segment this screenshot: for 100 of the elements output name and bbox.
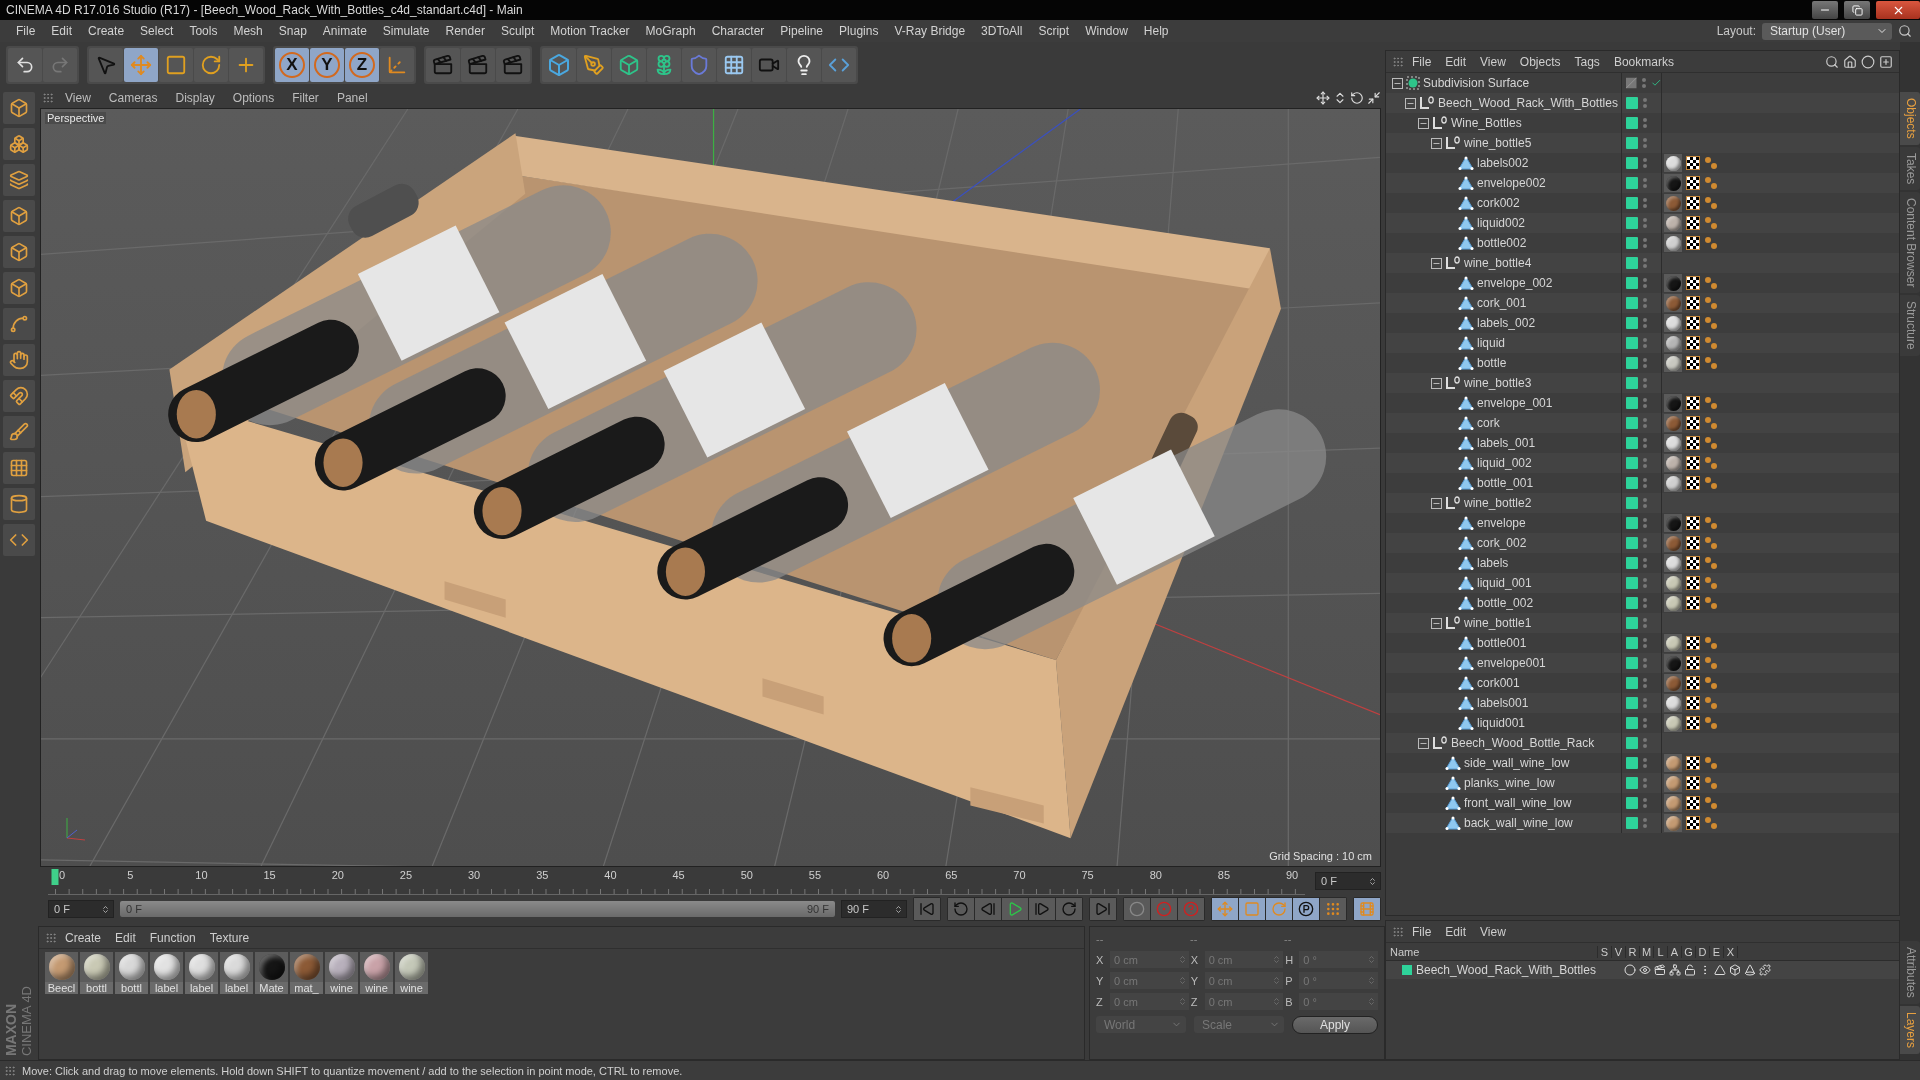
- visibility-dots-icon[interactable]: [1643, 438, 1647, 448]
- texture-tag-icon[interactable]: [1686, 436, 1700, 450]
- visibility-dots-icon[interactable]: [1643, 818, 1647, 828]
- material-swatch[interactable]: [255, 952, 288, 982]
- cube-tool-button[interactable]: [3, 92, 35, 124]
- collapse-toggle[interactable]: [1431, 617, 1442, 629]
- axis-lock-button[interactable]: Y: [310, 48, 344, 82]
- objects-menu-item[interactable]: Bookmarks: [1607, 54, 1680, 69]
- material-tag-icon[interactable]: [1664, 554, 1682, 572]
- object-row[interactable]: cork_001: [1386, 293, 1899, 313]
- texture-tag-icon[interactable]: [1686, 756, 1700, 770]
- menu-item[interactable]: Tools: [181, 24, 226, 38]
- menu-item[interactable]: Create: [80, 24, 133, 38]
- parameter-key-button[interactable]: [1293, 898, 1319, 920]
- side-tab[interactable]: Attributes: [1900, 941, 1920, 1004]
- texture-tag-icon[interactable]: [1686, 816, 1700, 830]
- render-settings-button[interactable]: [496, 48, 530, 82]
- cube-polygons-tool-button[interactable]: [3, 272, 35, 304]
- axis-lock-button[interactable]: X: [275, 48, 309, 82]
- object-row[interactable]: back_wall_wine_low: [1386, 813, 1899, 833]
- visibility-dots-icon[interactable]: [1643, 678, 1647, 688]
- menu-item[interactable]: Motion Tracker: [542, 24, 638, 38]
- texture-tag-icon[interactable]: [1686, 696, 1700, 710]
- viewport-menu-item[interactable]: Display: [168, 91, 222, 105]
- material-menu-item[interactable]: Texture: [203, 930, 256, 945]
- layout-dropdown[interactable]: Startup (User): [1762, 22, 1892, 40]
- texture-tag-icon[interactable]: [1686, 516, 1700, 530]
- texture-tag-icon[interactable]: [1686, 596, 1700, 610]
- object-row[interactable]: cork: [1386, 413, 1899, 433]
- visibility-dots-icon[interactable]: [1643, 798, 1647, 808]
- visibility-dots-icon[interactable]: [1643, 718, 1647, 728]
- coordinate-system-button[interactable]: [380, 48, 414, 82]
- menu-item[interactable]: Pipeline: [772, 24, 832, 38]
- material-tag-icon[interactable]: [1664, 714, 1682, 732]
- visibility-dots-icon[interactable]: [1643, 118, 1647, 128]
- axis-lock-button[interactable]: Z: [345, 48, 379, 82]
- apply-button[interactable]: Apply: [1292, 1016, 1378, 1034]
- menu-item[interactable]: Animate: [314, 24, 375, 38]
- close-button[interactable]: [1876, 1, 1920, 19]
- menu-item[interactable]: Help: [1135, 24, 1177, 38]
- collapse-toggle[interactable]: [1392, 77, 1403, 89]
- texture-tag-icon[interactable]: [1686, 296, 1700, 310]
- pan-icon[interactable]: [1316, 91, 1330, 105]
- material-tag-icon[interactable]: [1664, 234, 1682, 252]
- texture-tag-icon[interactable]: [1686, 676, 1700, 690]
- texture-tag-icon[interactable]: [1686, 316, 1700, 330]
- object-row[interactable]: wine_bottle1: [1386, 613, 1899, 633]
- object-row[interactable]: envelope002: [1386, 173, 1899, 193]
- side-tab[interactable]: Structure: [1900, 295, 1920, 357]
- scale-square-tool-button[interactable]: [159, 48, 193, 82]
- object-row[interactable]: labels001: [1386, 693, 1899, 713]
- visibility-dots-icon[interactable]: [1643, 578, 1647, 588]
- material-tag-icon[interactable]: [1664, 454, 1682, 472]
- render-view-button[interactable]: [426, 48, 460, 82]
- visibility-dots-icon[interactable]: [1643, 258, 1647, 268]
- viewport-menu-item[interactable]: Cameras: [101, 91, 165, 105]
- object-row[interactable]: envelope001: [1386, 653, 1899, 673]
- object-row[interactable]: liquid002: [1386, 213, 1899, 233]
- visibility-dots-icon[interactable]: [1643, 698, 1647, 708]
- play-button[interactable]: [1002, 898, 1028, 920]
- texture-tag-icon[interactable]: [1686, 196, 1700, 210]
- menu-item[interactable]: V-Ray Bridge: [886, 24, 974, 38]
- material-swatch[interactable]: [115, 952, 148, 982]
- layers-menu-item[interactable]: View: [1474, 924, 1512, 939]
- visibility-dots-icon[interactable]: [1643, 218, 1647, 228]
- material-menu-item[interactable]: Edit: [109, 930, 142, 945]
- light-button[interactable]: [787, 48, 821, 82]
- side-tab[interactable]: Layers: [1900, 1005, 1920, 1054]
- visibility-dots-icon[interactable]: [1643, 338, 1647, 348]
- material-swatch[interactable]: [325, 952, 358, 982]
- material-swatch[interactable]: [360, 952, 393, 982]
- material-tag-icon[interactable]: [1664, 214, 1682, 232]
- viewport-3d[interactable]: Perspective Grid Spacing : 10 cm: [40, 108, 1381, 867]
- menu-item[interactable]: File: [8, 24, 44, 38]
- texture-tag-icon[interactable]: [1686, 536, 1700, 550]
- go-to-end-button[interactable]: [1090, 898, 1116, 920]
- visibility-dots-icon[interactable]: [1643, 398, 1647, 408]
- visibility-dots-icon[interactable]: [1643, 518, 1647, 528]
- visibility-dots-icon[interactable]: [1643, 658, 1647, 668]
- object-row[interactable]: wine_bottle4: [1386, 253, 1899, 273]
- brush-tool-button[interactable]: [3, 416, 35, 448]
- camera-button[interactable]: [752, 48, 786, 82]
- object-row[interactable]: liquid_001: [1386, 573, 1899, 593]
- texture-tag-icon[interactable]: [1686, 236, 1700, 250]
- collapse-toggle[interactable]: [1418, 117, 1429, 129]
- visibility-dots-icon[interactable]: [1643, 178, 1647, 188]
- layer-row[interactable]: Beech_Wood_Rack_With_Bottles: [1386, 961, 1899, 979]
- hand-tool-button[interactable]: [3, 344, 35, 376]
- material-swatch[interactable]: [45, 952, 78, 982]
- cube-edges-tool-button[interactable]: [3, 236, 35, 268]
- step-back-button[interactable]: [975, 898, 1001, 920]
- texture-tag-icon[interactable]: [1686, 716, 1700, 730]
- visibility-dots-icon[interactable]: [1643, 298, 1647, 308]
- collapse-toggle[interactable]: [1431, 257, 1442, 269]
- home-icon[interactable]: [1843, 54, 1857, 69]
- material-tag-icon[interactable]: [1664, 574, 1682, 592]
- new-panel-icon[interactable]: [1879, 54, 1893, 69]
- visibility-dots-icon[interactable]: [1643, 758, 1647, 768]
- texture-tag-icon[interactable]: [1686, 356, 1700, 370]
- visibility-dots-icon[interactable]: [1643, 198, 1647, 208]
